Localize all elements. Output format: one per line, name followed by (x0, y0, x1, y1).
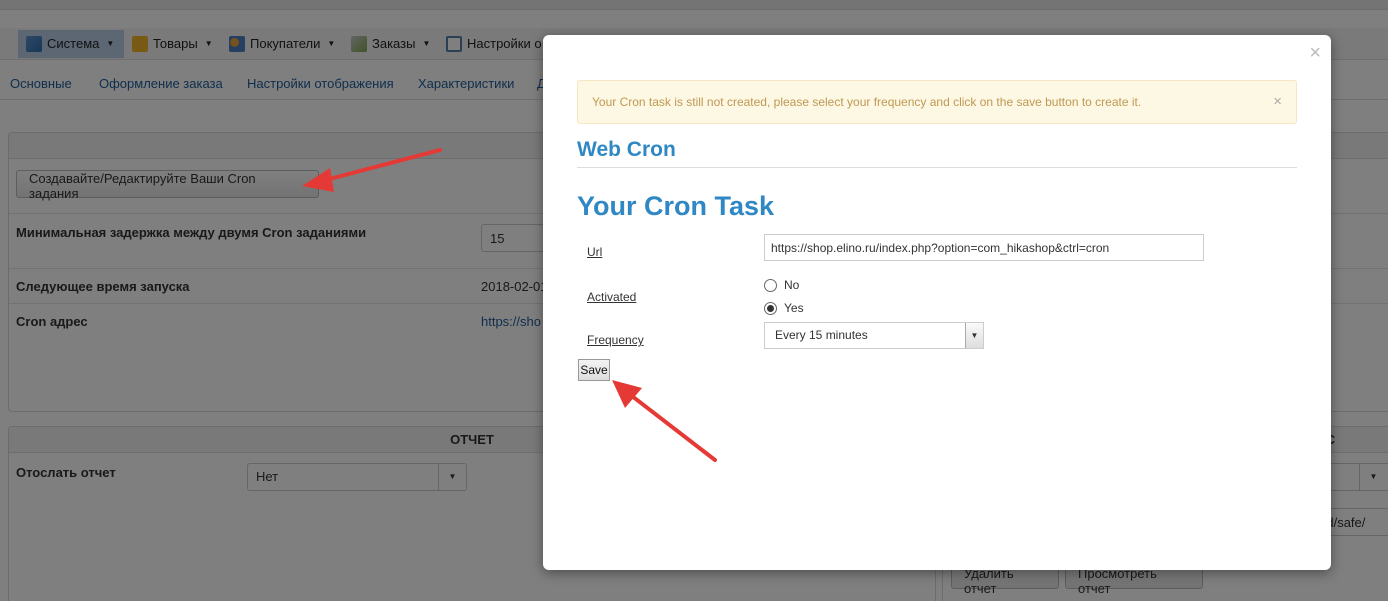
frequency-label: Frequency (587, 333, 644, 347)
frequency-select[interactable]: Every 15 minutes ▼ (764, 322, 984, 349)
radio-yes[interactable] (764, 301, 777, 315)
radio-no-label: No (784, 278, 800, 292)
close-icon[interactable]: × (1309, 43, 1321, 63)
section-title: Web Cron (577, 138, 676, 161)
divider (577, 167, 1297, 168)
activated-label: Activated (587, 290, 637, 304)
chevron-down-icon: ▼ (965, 323, 983, 348)
activated-yes-option[interactable]: Yes (764, 301, 804, 315)
task-title: Your Cron Task (577, 191, 775, 221)
url-input[interactable] (764, 234, 1204, 261)
frequency-value: Every 15 minutes (775, 328, 868, 342)
save-button[interactable]: Save (578, 359, 610, 381)
radio-yes-label: Yes (784, 301, 804, 315)
close-icon[interactable]: × (1273, 81, 1282, 123)
web-cron-modal: × Your Cron task is still not created, p… (543, 35, 1331, 570)
activated-no-option[interactable]: No (764, 278, 799, 292)
warning-alert: Your Cron task is still not created, ple… (577, 80, 1297, 124)
url-label: Url (587, 245, 603, 259)
radio-no[interactable] (764, 278, 777, 292)
alert-text: Your Cron task is still not created, ple… (592, 95, 1142, 109)
